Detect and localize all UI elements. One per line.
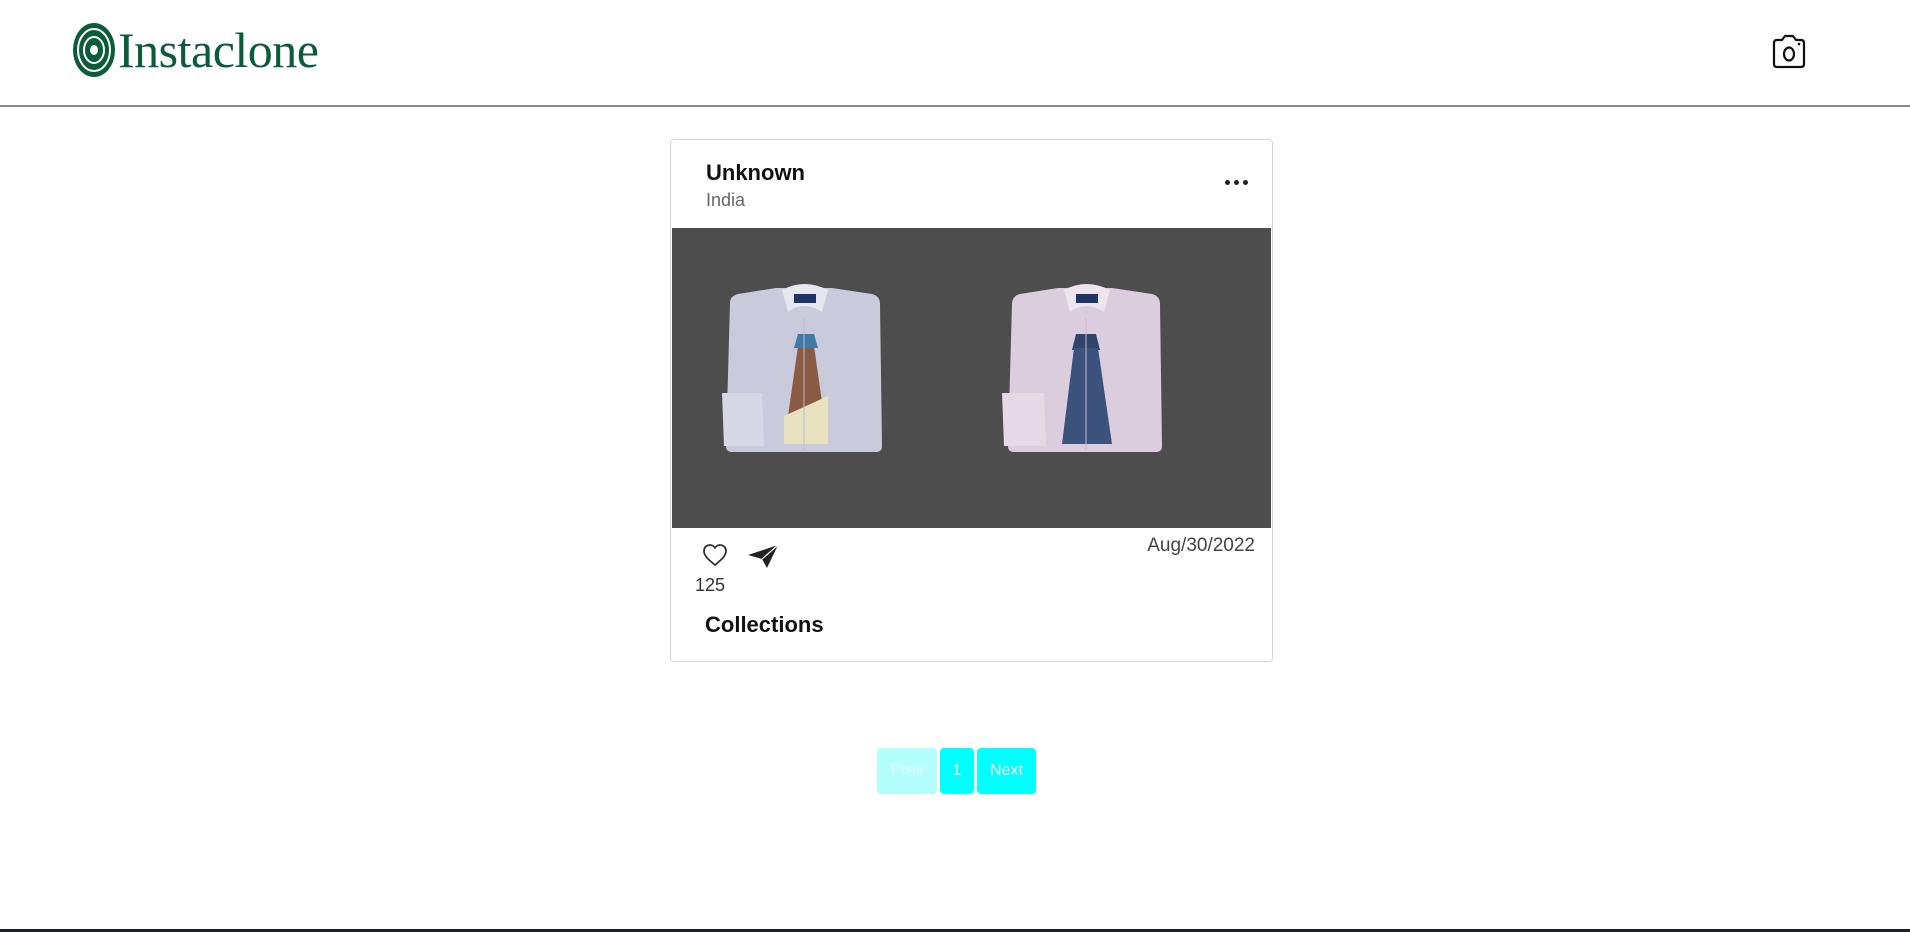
more-options-button[interactable] [1225, 176, 1253, 188]
share-button[interactable] [747, 542, 779, 570]
pagination: Prev 1 Next [877, 748, 1036, 794]
post-description: Collections [705, 612, 824, 637]
post-author[interactable]: Unknown [706, 160, 805, 186]
left-shirt [722, 284, 882, 452]
logo-target-icon [73, 23, 115, 77]
heart-icon [703, 544, 727, 566]
shirts-photo [672, 228, 1271, 528]
page-number-button[interactable]: 1 [940, 748, 974, 794]
post-image[interactable] [672, 228, 1271, 528]
more-options-icon [1225, 180, 1230, 185]
likes-count: 125 [695, 575, 726, 595]
next-page-button[interactable]: Next [977, 748, 1036, 794]
post-date: Aug/30/2022 [1147, 535, 1255, 556]
post-location: India [706, 190, 746, 210]
paper-plane-icon [748, 544, 779, 568]
camera-icon [1772, 34, 1806, 69]
app-name: Instaclone [118, 22, 319, 78]
more-options-dot [1234, 180, 1239, 185]
right-shirt [1002, 284, 1162, 452]
camera-button[interactable] [1772, 33, 1806, 69]
like-button[interactable] [701, 542, 729, 568]
prev-page-button[interactable]: Prev [877, 748, 937, 794]
more-options-dot [1243, 180, 1248, 185]
app-logo[interactable]: Instaclone [72, 22, 319, 78]
post-card: Unknown India 125 Aug/30/2022 Collection… [670, 139, 1273, 662]
top-header: Instaclone [0, 0, 1910, 107]
